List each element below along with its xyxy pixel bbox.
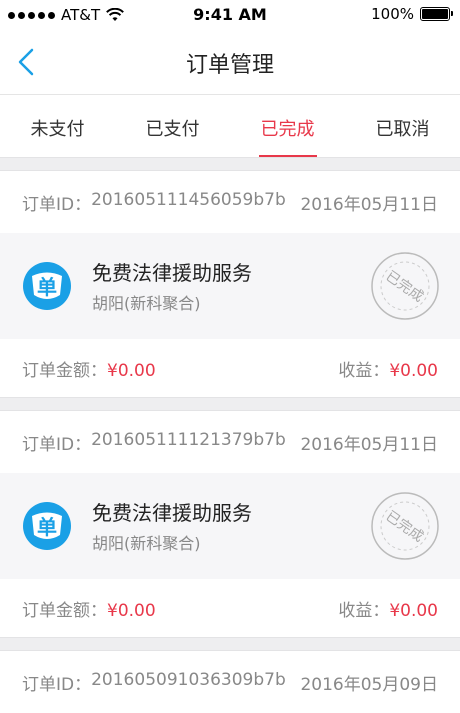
page-title: 订单管理	[185, 53, 274, 78]
order-service[interactable]: 单 免费法律援助服务 胡阳(新科聚合) 已完成	[0, 233, 460, 339]
order-footer: 订单金额：¥0.00 收益：¥0.00	[0, 579, 460, 637]
service-provider: 胡阳(新科聚合)	[92, 534, 201, 553]
order-id-label: 订单ID：	[22, 674, 92, 695]
tab-cancelled[interactable]: 已取消	[345, 95, 460, 157]
income-label: 收益：	[338, 360, 390, 381]
service-logo-icon: 单	[23, 502, 71, 550]
order-id: 201605091036309b7b	[91, 669, 286, 690]
section-divider	[0, 157, 460, 171]
tab-paid[interactable]: 已支付	[115, 95, 230, 157]
order-header: 订单ID： 201605111456059b7b 2016年05月11日	[0, 171, 460, 233]
order-id-label: 订单ID：	[22, 194, 92, 215]
svg-text:已完成: 已完成	[383, 508, 427, 545]
order-id: 201605111121379b7b	[91, 429, 286, 450]
service-provider: 胡阳(新科聚合)	[92, 294, 201, 313]
order-id: 201605111456059b7b	[91, 189, 286, 210]
order-service[interactable]: 单 免费法律援助服务 胡阳(新科聚合) 已完成	[0, 473, 460, 579]
svg-text:单: 单	[37, 515, 57, 539]
nav-bar: 订单管理	[0, 30, 460, 94]
completed-stamp-icon: 已完成	[371, 492, 439, 560]
income-amount: ¥0.00	[389, 600, 438, 621]
order-id-label: 订单ID：	[22, 434, 92, 455]
svg-text:单: 单	[37, 275, 57, 299]
svg-text:已完成: 已完成	[383, 268, 427, 305]
order-status-tabs: 未支付 已支付 已完成 已取消	[0, 94, 460, 157]
battery-icon	[420, 7, 453, 21]
income-label: 收益：	[338, 600, 390, 621]
order-amount-label: 订单金额：	[22, 600, 107, 621]
service-name: 免费法律援助服务	[92, 501, 252, 525]
status-bar: AT&T 9:41 AM 100%	[0, 0, 460, 30]
order-footer: 订单金额：¥0.00 收益：¥0.00	[0, 339, 460, 397]
service-logo-icon: 单	[23, 262, 71, 310]
service-name: 免费法律援助服务	[92, 261, 252, 285]
completed-stamp-icon: 已完成	[371, 252, 439, 320]
order-header: 订单ID： 201605091036309b7b 2016年05月09日	[0, 651, 460, 713]
order-card[interactable]: 订单ID： 201605091036309b7b 2016年05月09日	[0, 651, 460, 713]
order-header: 订单ID： 201605111121379b7b 2016年05月11日	[0, 411, 460, 473]
section-divider	[0, 397, 460, 411]
order-date: 2016年05月11日	[300, 434, 438, 455]
order-date: 2016年05月09日	[300, 674, 438, 695]
order-amount: ¥0.00	[107, 360, 156, 381]
order-date: 2016年05月11日	[300, 194, 438, 215]
income-amount: ¥0.00	[389, 360, 438, 381]
battery-percent: 100%	[371, 5, 414, 23]
tab-completed[interactable]: 已完成	[230, 95, 345, 157]
order-amount-label: 订单金额：	[22, 360, 107, 381]
order-amount: ¥0.00	[107, 600, 156, 621]
order-card[interactable]: 订单ID： 201605111121379b7b 2016年05月11日 单 免费…	[0, 411, 460, 637]
tab-unpaid[interactable]: 未支付	[0, 95, 115, 157]
section-divider	[0, 637, 460, 651]
order-card[interactable]: 订单ID： 201605111456059b7b 2016年05月11日 单 免费…	[0, 171, 460, 397]
